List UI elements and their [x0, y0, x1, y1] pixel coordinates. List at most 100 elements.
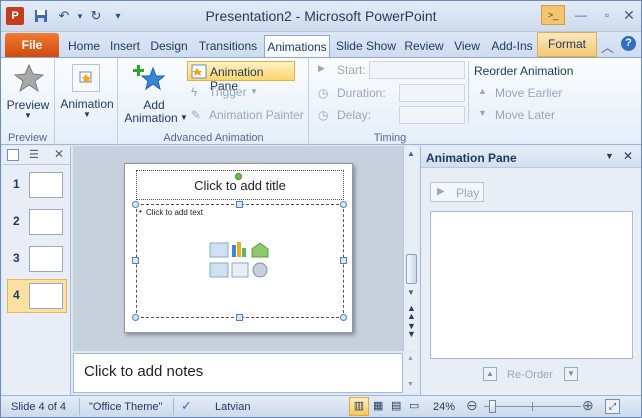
tab-format[interactable]: Format: [537, 32, 597, 57]
preview-dropdown-icon[interactable]: ▼: [1, 111, 55, 120]
resize-handle[interactable]: [132, 201, 139, 208]
scroll-thumb[interactable]: [406, 254, 417, 284]
animation-button[interactable]: Animation: [56, 97, 118, 111]
spelling-check-icon[interactable]: ✓: [181, 398, 192, 414]
close-slides-panel-icon[interactable]: ✕: [54, 147, 64, 161]
start-icon: ▶: [318, 63, 325, 73]
resize-handle[interactable]: [132, 257, 139, 264]
delay-icon: ◷: [318, 108, 329, 122]
tab-design[interactable]: Design: [147, 35, 191, 57]
reading-view-icon[interactable]: ▤: [391, 399, 401, 412]
animation-painter-button[interactable]: Animation Painter: [209, 108, 304, 122]
animation-dropdown-icon[interactable]: ▼: [56, 110, 118, 119]
slide-sorter-icon[interactable]: ▦: [373, 399, 383, 412]
trigger-icon: ϟ: [191, 85, 198, 99]
preview-button[interactable]: Preview: [1, 98, 55, 112]
scroll-down-icon[interactable]: ▼: [407, 288, 415, 297]
tab-transitions[interactable]: Transitions: [194, 35, 262, 57]
language-indicator[interactable]: Latvian: [215, 401, 250, 413]
resize-handle[interactable]: [132, 314, 139, 321]
slide-canvas[interactable]: Click to add title • Click to add text: [124, 163, 353, 333]
content-placeholder[interactable]: • Click to add text: [136, 204, 344, 318]
notes-scroll-up-icon[interactable]: ▲: [407, 355, 414, 362]
play-button[interactable]: ▶ Play: [430, 182, 484, 202]
reorder-up-icon[interactable]: ▲: [483, 367, 497, 381]
previous-slide-icon[interactable]: ▲ ▲: [407, 304, 416, 321]
macro-icon[interactable]: >_: [541, 5, 565, 25]
tab-slide-show[interactable]: Slide Show: [333, 35, 399, 57]
group-label-preview: Preview: [7, 132, 48, 144]
tab-view[interactable]: View: [450, 35, 484, 57]
slides-tab-icon[interactable]: [7, 149, 19, 161]
theme-name[interactable]: "Office Theme": [89, 401, 162, 413]
slide-thumbnail-2[interactable]: [29, 209, 63, 235]
reorder-down-icon[interactable]: ▼: [564, 367, 578, 381]
minimize-ribbon-icon[interactable]: ︿: [601, 37, 614, 56]
fit-slide-to-window-icon[interactable]: ⤢: [605, 399, 620, 414]
play-label: Play: [456, 186, 480, 200]
start-select[interactable]: [369, 61, 465, 79]
add-animation-dropdown-icon[interactable]: ▼: [180, 113, 188, 122]
delay-field[interactable]: [399, 106, 465, 124]
pane-options-icon[interactable]: ▼: [605, 151, 614, 161]
notes-placeholder: Click to add notes: [84, 363, 204, 380]
notes-scroll-down-icon[interactable]: ▼: [407, 381, 414, 388]
help-icon[interactable]: ?: [621, 36, 636, 51]
scroll-up-icon[interactable]: ▲: [407, 149, 415, 158]
delay-label: Delay:: [337, 108, 372, 122]
move-earlier-button[interactable]: Move Earlier: [495, 86, 562, 100]
slide-number: 4: [13, 288, 20, 302]
close-button[interactable]: ✕: [617, 5, 641, 25]
minimize-button[interactable]: —: [569, 5, 593, 25]
bullet-icon: •: [139, 207, 142, 216]
resize-handle[interactable]: [236, 201, 243, 208]
trigger-button[interactable]: Trigger: [209, 85, 247, 99]
tab-add-ins[interactable]: Add-Ins: [487, 35, 537, 57]
resize-handle[interactable]: [340, 314, 347, 321]
zoom-in-icon[interactable]: ⊕: [582, 397, 594, 414]
trigger-dropdown-icon: ▼: [250, 87, 258, 96]
animation-list[interactable]: [430, 211, 633, 359]
title-placeholder-text: Click to add title: [194, 178, 286, 193]
start-label: Start:: [337, 63, 366, 77]
duration-field[interactable]: [399, 84, 465, 102]
title-bar: P ↶ ▾ ↻ ▾ Presentation2 - Microsoft Powe…: [1, 1, 641, 32]
add-animation-star-icon[interactable]: [133, 62, 167, 99]
animation-gallery-icon[interactable]: [72, 64, 100, 92]
animation-pane-button[interactable]: Animation Pane: [187, 61, 295, 93]
add-animation-line1[interactable]: Add: [119, 98, 189, 112]
slide-counter[interactable]: Slide 4 of 4: [11, 401, 66, 413]
tab-review[interactable]: Review: [401, 35, 447, 57]
outline-tab-icon[interactable]: ☰: [29, 148, 39, 161]
resize-handle[interactable]: [340, 257, 347, 264]
close-animation-pane-icon[interactable]: ✕: [623, 149, 633, 163]
animation-pane: Animation Pane ▼ ✕ ▶ Play ▲ Re-Order ▼: [420, 146, 641, 398]
zoom-slider-thumb[interactable]: [488, 400, 496, 413]
slide-number: 2: [13, 214, 20, 228]
move-earlier-icon: ▲: [478, 86, 487, 96]
move-later-icon: ▼: [478, 108, 487, 118]
tab-home[interactable]: Home: [63, 35, 105, 57]
zoom-level[interactable]: 24%: [433, 401, 455, 413]
notes-pane[interactable]: Click to add notes: [73, 353, 403, 393]
notes-scrollbar[interactable]: ▲ ▼: [403, 353, 419, 393]
resize-handle[interactable]: [236, 314, 243, 321]
slide-thumbnail-3[interactable]: [29, 246, 63, 272]
move-later-button[interactable]: Move Later: [495, 108, 555, 122]
next-slide-icon[interactable]: ▼ ▼: [407, 322, 416, 339]
add-animation-line2[interactable]: Animation: [119, 111, 183, 125]
maximize-button[interactable]: ▫: [595, 5, 619, 25]
slide-thumbnail-1[interactable]: [29, 172, 63, 198]
resize-handle[interactable]: [340, 201, 347, 208]
tab-animations[interactable]: Animations: [264, 35, 330, 58]
insert-content-icons[interactable]: [208, 241, 272, 284]
preview-star-icon[interactable]: [13, 63, 45, 96]
tab-file[interactable]: File: [5, 33, 59, 57]
slide-thumbnail-4[interactable]: [29, 283, 63, 309]
rotate-handle[interactable]: [235, 173, 242, 180]
tab-insert[interactable]: Insert: [106, 35, 144, 57]
zoom-out-icon[interactable]: ⊖: [466, 397, 478, 414]
editor-scrollbar[interactable]: ▲ ▼ ▲ ▲ ▼ ▼: [403, 146, 419, 351]
slide-show-icon[interactable]: ▭: [409, 399, 419, 412]
normal-view-icon[interactable]: ▥: [349, 397, 369, 416]
